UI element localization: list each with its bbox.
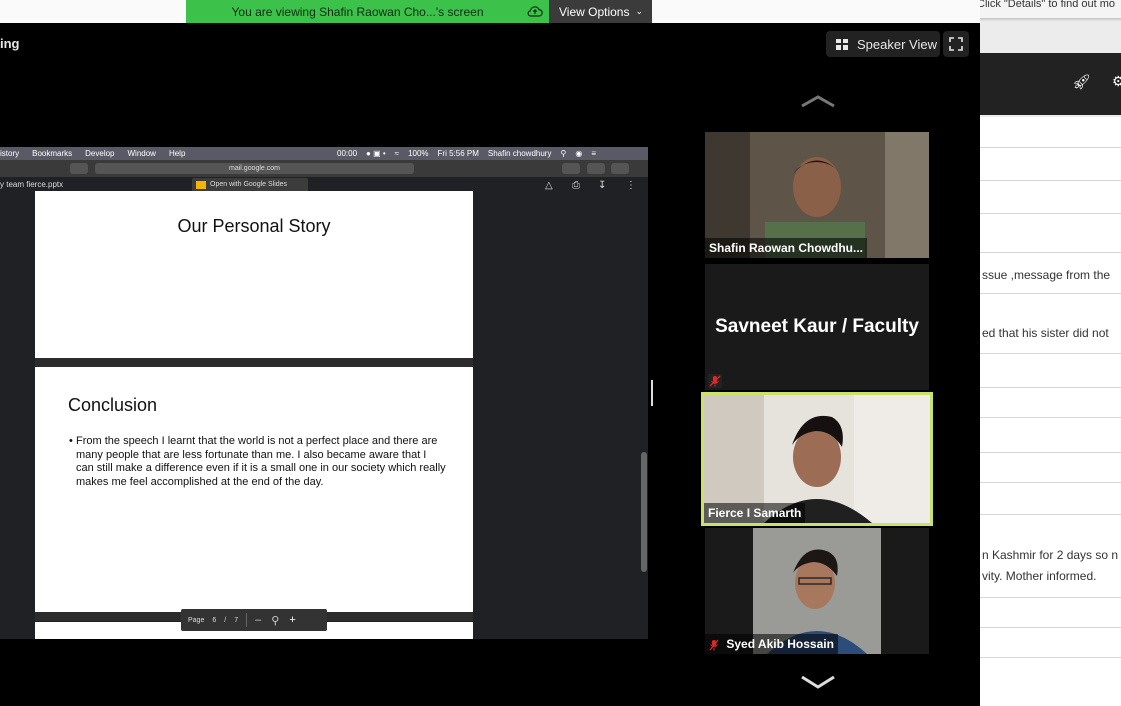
status-icons: ● ▣ •: [366, 149, 386, 158]
more-icon[interactable]: ⋮: [626, 180, 636, 191]
menu-item-bookmarks[interactable]: Bookmarks: [32, 149, 72, 158]
zoom-window: 🚀︎ ⚙ ssue ,message from the ed that his …: [0, 0, 1121, 706]
grid-icon: [836, 38, 848, 50]
share-button[interactable]: [587, 163, 605, 174]
meeting-title: ing: [0, 36, 20, 51]
open-with-button[interactable]: Open with Google Slides: [192, 178, 308, 192]
sidebar-button[interactable]: [70, 163, 88, 174]
background-snippet: vity. Mother informed.: [982, 569, 1097, 583]
cloud-icon: [527, 6, 543, 17]
chevron-down-icon[interactable]: [800, 674, 836, 690]
background-snippet: ed that his sister did not: [982, 326, 1109, 340]
background-content: ssue ,message from the ed that his siste…: [980, 117, 1121, 706]
speaker-view-button[interactable]: Speaker View: [826, 31, 940, 57]
people-icon[interactable]: ⚙: [1112, 73, 1121, 90]
screen-share-banner: You are viewing Shafin Raowan Cho...'s s…: [186, 0, 652, 23]
chevron-down-icon: ⌄: [635, 6, 644, 16]
bullet-icon: •: [69, 435, 73, 447]
viewing-indicator: You are viewing Shafin Raowan Cho...'s s…: [186, 0, 549, 23]
menu-icon: ≡: [591, 149, 596, 158]
top-strip: [652, 0, 980, 23]
speaker-view-label: Speaker View: [857, 36, 937, 52]
current-page-input[interactable]: 6: [212, 617, 216, 624]
slide-body: • From the speech I learnt that the worl…: [69, 435, 446, 489]
siri-icon: ◉: [575, 149, 583, 158]
file-name: y team fierce.pptx: [0, 180, 64, 189]
page-control: Page 6 / 7 – ⚲ +: [181, 609, 327, 631]
tabs-button[interactable]: [611, 163, 629, 174]
menu-item-history[interactable]: istory: [0, 149, 19, 158]
menubar-status: 00:00 ● ▣ • ≈ 100% Fri 5:56 PM Shafin ch…: [337, 147, 605, 160]
clock-text: Fri 5:56 PM: [437, 149, 479, 158]
fullscreen-button[interactable]: [943, 31, 969, 57]
timer-text: 00:00: [337, 149, 358, 158]
chevron-up-icon[interactable]: [800, 94, 836, 108]
total-pages: 7: [234, 616, 239, 624]
background-snippet: n Kashmir for 2 days so n: [982, 548, 1119, 562]
participant-name-large: Savneet Kaur / Faculty: [715, 316, 919, 337]
wifi-icon: ≈: [394, 149, 400, 158]
fullscreen-icon: [949, 37, 963, 51]
muted-mic-icon: [708, 374, 722, 388]
menu-item-help[interactable]: Help: [169, 149, 185, 158]
split-resize-handle[interactable]: [651, 380, 653, 406]
background-snippet: ssue ,message from the: [982, 268, 1111, 282]
participant-video[interactable]: Syed Akib Hossain: [705, 528, 929, 654]
print-icon[interactable]: ⎙: [572, 180, 580, 191]
scrollbar[interactable]: [641, 452, 647, 572]
zoom-out-button[interactable]: –: [255, 614, 261, 626]
muted-mic-icon: [709, 639, 719, 651]
participant-video-active-speaker[interactable]: Fierce I Samarth: [701, 392, 933, 526]
participant-name: Syed Akib Hossain: [726, 637, 834, 651]
magnifier-icon[interactable]: ⚲: [271, 614, 279, 627]
url-bar[interactable]: mail.google.com: [95, 163, 414, 174]
view-options-button[interactable]: View Options ⌄: [549, 0, 652, 23]
top-strip: [0, 0, 186, 23]
browser-toolbar: mail.google.com: [0, 160, 648, 177]
rocket-icon[interactable]: 🚀︎: [1072, 73, 1091, 91]
participant-video[interactable]: Shafin Raowan Chowdhu...: [705, 132, 929, 258]
page-separator: /: [224, 616, 227, 624]
slide-body-text: From the speech I learnt that the world …: [76, 435, 446, 488]
slide-divider: [35, 358, 473, 367]
download-icon[interactable]: ↧: [598, 180, 606, 191]
search-icon: ⚲: [560, 149, 567, 158]
view-options-label: View Options: [559, 4, 630, 19]
slides-icon: [196, 181, 206, 189]
slide: Our Personal Story: [35, 191, 473, 358]
background-window: 🚀︎ ⚙ ssue ,message from the ed that his …: [925, 0, 1121, 706]
slide: Conclusion • From the speech I learnt th…: [35, 367, 473, 612]
add-to-drive-icon[interactable]: △: [545, 180, 553, 191]
menu-item-window[interactable]: Window: [128, 149, 156, 158]
shared-screen: istory Bookmarks Develop Window Help 00:…: [0, 147, 648, 639]
page-label: Page: [188, 616, 205, 624]
viewing-text: You are viewing Shafin Raowan Cho...'s s…: [231, 4, 484, 19]
mac-menubar: istory Bookmarks Develop Window Help 00:…: [0, 147, 648, 160]
background-toolbar: 🚀︎ ⚙: [980, 53, 1121, 115]
participant-video[interactable]: Savneet Kaur / Faculty: [705, 264, 929, 390]
slide-title: Our Personal Story: [177, 216, 331, 236]
user-name: Shafin chowdhury: [487, 149, 552, 158]
download-button[interactable]: [562, 163, 580, 174]
zoom-in-button[interactable]: +: [289, 614, 295, 626]
participant-name: Fierce I Samarth: [704, 503, 806, 523]
participant-label: Syed Akib Hossain: [705, 634, 838, 654]
menu-item-develop[interactable]: Develop: [85, 149, 114, 158]
participant-name: Shafin Raowan Chowdhu...: [705, 238, 867, 258]
slide-title: Conclusion: [68, 395, 158, 415]
open-with-label: Open with Google Slides: [210, 181, 288, 188]
battery-text: 100%: [408, 149, 429, 158]
